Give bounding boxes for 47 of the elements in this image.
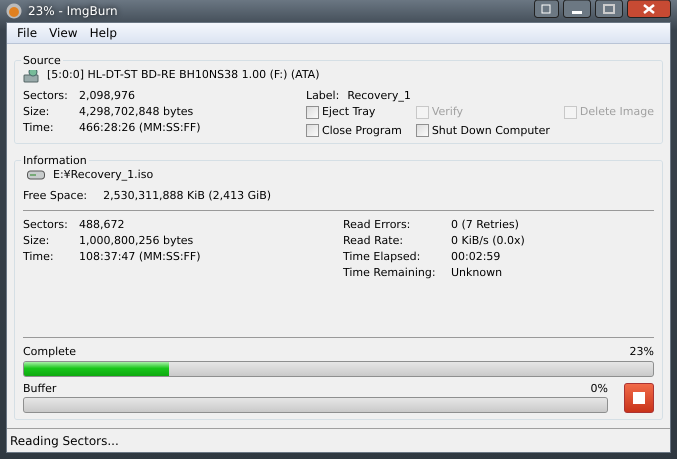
window-title: 23% - ImgBurn — [28, 3, 118, 20]
image-file-path: E:¥Recovery_1.iso — [53, 167, 154, 183]
field-value: 1,000,800,256 bytes — [79, 233, 194, 249]
field-value: 488,672 — [79, 217, 126, 233]
progress-label: Buffer — [23, 380, 56, 396]
status-text: Reading Sectors... — [10, 432, 119, 450]
minimize-icon[interactable] — [563, 0, 591, 18]
menu-item[interactable]: Help — [84, 24, 123, 42]
progress-reading: 0% — [590, 380, 608, 396]
menu-item[interactable]: View — [43, 24, 84, 42]
group-title: Source — [21, 53, 63, 70]
checkbox-option[interactable]: Eject Tray — [306, 104, 402, 120]
drive-icon — [23, 67, 39, 84]
field-label: Time Elapsed: — [343, 249, 422, 265]
maximize-icon[interactable] — [595, 0, 623, 18]
field-label: Read Rate: — [343, 233, 404, 249]
field-label: Time: — [23, 120, 55, 136]
field-label: Free Space: — [23, 188, 88, 204]
app-icon — [6, 3, 22, 19]
field-label: Size: — [23, 104, 50, 120]
field-label: Sectors: — [23, 217, 69, 233]
field-value: 108:37:47 (MM:SS:FF) — [79, 249, 202, 265]
field-value: 2,530,311,888 KiB (2,413 GiB) — [103, 188, 272, 204]
field-label: Read Errors: — [343, 217, 412, 233]
hard-drive-icon — [27, 170, 45, 180]
checkbox-option[interactable]: Shut Down Computer — [416, 122, 550, 139]
restore-icon[interactable] — [534, 0, 559, 18]
progress-reading: 23% — [630, 344, 654, 360]
field-value: 0 (7 Retries) — [451, 217, 520, 233]
field-label: Size: — [23, 233, 50, 249]
close-icon[interactable] — [627, 0, 671, 18]
stop-button[interactable] — [624, 383, 654, 413]
field-value: Unknown — [451, 265, 504, 281]
field-value: 0 KiB/s (0.0x) — [451, 233, 525, 249]
checkbox-option[interactable]: Close Program — [306, 122, 402, 139]
progress-label: Complete — [23, 344, 76, 360]
field-value: 4,298,702,848 bytes — [79, 104, 194, 120]
field-value: 00:02:59 — [451, 249, 502, 265]
menu-item[interactable]: File — [11, 24, 44, 42]
field-value: 2,098,976 — [79, 88, 136, 104]
field-label: Time: — [23, 249, 55, 265]
field-label: Sectors: — [23, 88, 69, 104]
field-value: Recovery_1 — [347, 88, 411, 104]
field-label: Time Remaining: — [343, 265, 437, 281]
device-name: [5:0:0] HL-DT-ST BD-RE BH10NS38 1.00 (F:) (ATA) — [47, 67, 320, 83]
field-label: Label: — [306, 88, 340, 104]
field-value: 466:28:26 (MM:SS:FF) — [79, 120, 202, 136]
